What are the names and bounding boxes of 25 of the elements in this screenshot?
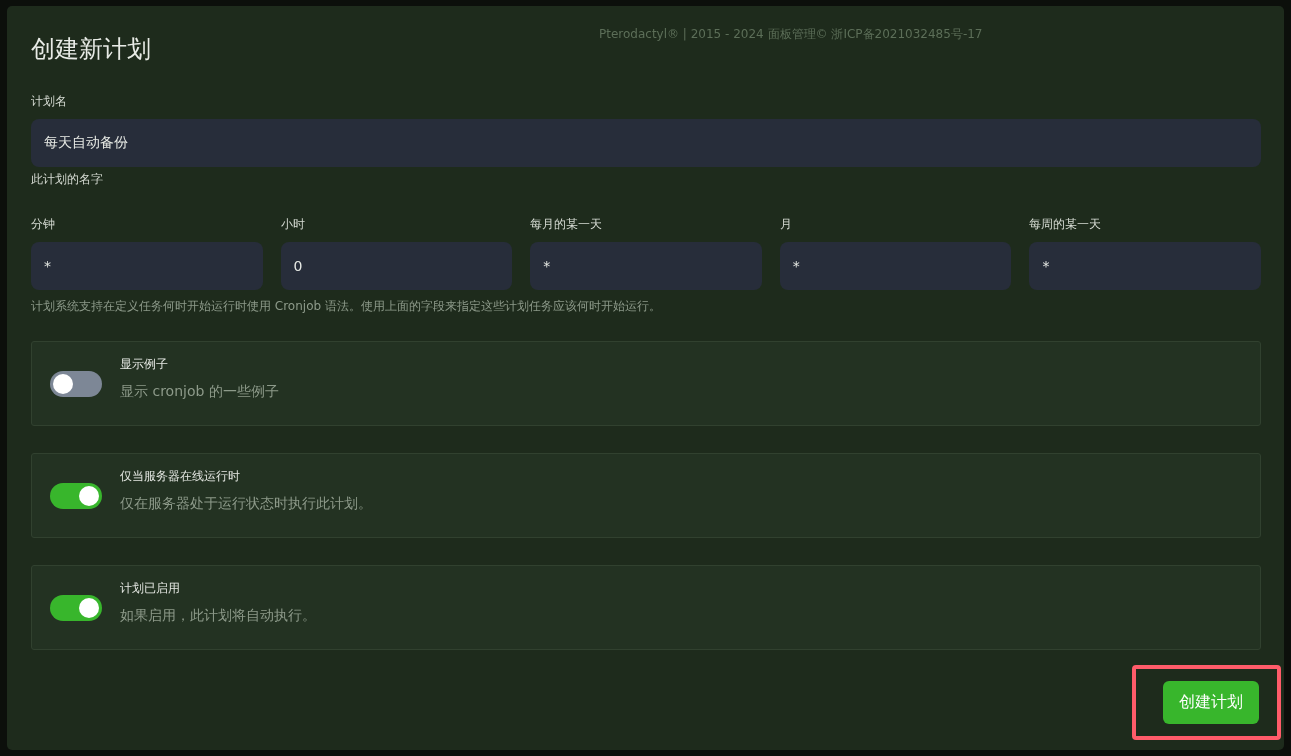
option-description: 显示 cronjob 的一些例子 [120, 383, 279, 401]
field-label: 每周的某一天 [1029, 217, 1103, 232]
toggle-switch[interactable] [50, 370, 102, 397]
field-label: 计划名 [31, 94, 68, 109]
name-field[interactable]: 每天自动备份 [31, 119, 1261, 167]
field-label: 每月的某一天 [530, 217, 604, 232]
field-help: 此计划的名字 [31, 172, 104, 187]
field-label: 小时 [280, 217, 306, 232]
cron-field[interactable]: * [530, 242, 762, 290]
option-title: 仅当服务器在线运行时 [120, 468, 241, 485]
toggle-switch[interactable] [50, 594, 102, 621]
cron-field[interactable]: * [779, 242, 1012, 290]
toggle-switch[interactable] [50, 482, 102, 509]
option-description: 仅在服务器处于运行状态时执行此计划。 [120, 495, 372, 513]
field-label: 分钟 [31, 217, 56, 232]
cron-field[interactable]: * [31, 242, 263, 290]
modal-title: 创建新计划 [31, 34, 151, 64]
cron-field[interactable]: 0 [280, 242, 513, 290]
option-title: 显示例子 [120, 356, 169, 373]
option-title: 计划已启用 [120, 580, 181, 597]
field-label: 月 [779, 217, 793, 232]
footer-text: Pterodactyl® | 2015 - 2024 面板管理© 浙ICP备2021032485号-17 [599, 26, 983, 43]
option-description: 如果启用，此计划将自动执行。 [120, 607, 316, 625]
help-text: 计划系统支持在定义任务何时开始运行时使用 Cronjob 语法。使用上面的字段来指定这些计划任务应该何时开始运行。 [31, 299, 662, 314]
cron-field[interactable]: * [1029, 242, 1261, 290]
